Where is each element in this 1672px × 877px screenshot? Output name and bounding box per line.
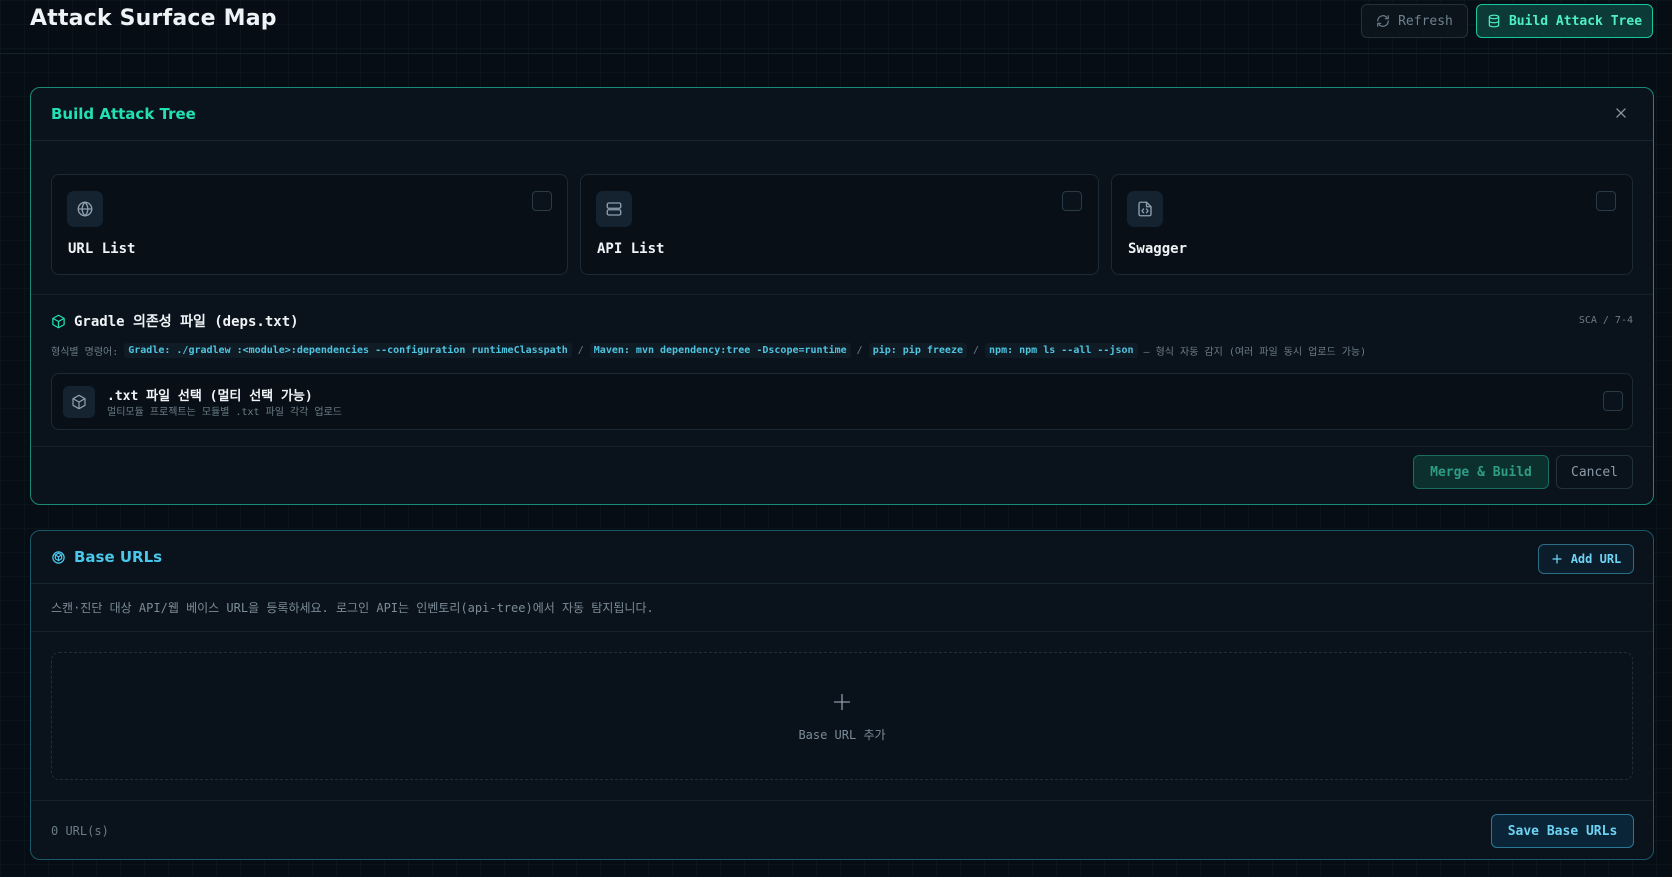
- source-card-url-list[interactable]: URL List: [51, 174, 568, 275]
- divider: [31, 294, 1653, 295]
- swagger-checkbox[interactable]: [1596, 191, 1616, 211]
- plus-icon: [52, 691, 1632, 717]
- cmd-maven: Maven: mvn dependency:tree -Dscope=runti…: [589, 343, 851, 358]
- refresh-button[interactable]: Refresh: [1361, 4, 1468, 38]
- divider: [31, 631, 1653, 632]
- cmd-separator: /: [856, 345, 863, 356]
- divider: [31, 800, 1653, 801]
- source-card-swagger[interactable]: Swagger: [1111, 174, 1633, 275]
- cmd-separator: /: [577, 345, 584, 356]
- file-picker-checkbox[interactable]: [1603, 391, 1623, 411]
- file-code-icon: [1127, 191, 1163, 227]
- file-picker-subtitle: 멀티모듈 프로젝트는 모듈별 .txt 파일 각각 업로드: [107, 407, 343, 418]
- base-urls-title: Base URLs: [74, 548, 163, 566]
- network-icon: [52, 550, 65, 564]
- divider: [31, 446, 1653, 447]
- add-url-label: Add URL: [1570, 552, 1622, 566]
- base-urls-description: 스캔·진단 대상 API/웹 베이스 URL을 등록하세요. 로그인 API는 …: [51, 601, 654, 615]
- gradle-title-text: Gradle 의존성 파일 (deps.txt): [74, 314, 299, 330]
- build-attack-tree-button[interactable]: Build Attack Tree: [1476, 4, 1653, 38]
- gradle-section-title: Gradle 의존성 파일 (deps.txt): [51, 311, 299, 331]
- dropzone-label: Base URL 추가: [798, 728, 886, 742]
- source-label: API List: [597, 241, 665, 257]
- cancel-button[interactable]: Cancel: [1556, 455, 1633, 489]
- source-card-api-list[interactable]: API List: [580, 174, 1099, 275]
- build-attack-tree-label: Build Attack Tree: [1508, 13, 1643, 29]
- cmd-separator: /: [973, 345, 980, 356]
- build-attack-tree-panel: Build Attack Tree URL List API List Swag…: [30, 87, 1654, 505]
- plus-icon: [1552, 554, 1562, 564]
- globe-icon: [67, 191, 103, 227]
- add-url-button[interactable]: Add URL: [1538, 544, 1634, 574]
- merge-build-button[interactable]: Merge & Build: [1413, 455, 1549, 489]
- api-list-checkbox[interactable]: [1062, 191, 1082, 211]
- page-title: Attack Surface Map: [30, 6, 277, 31]
- cmd-prefix: 형식별 명령어:: [51, 347, 119, 358]
- panel-title: Base URLs: [51, 548, 162, 566]
- refresh-label: Refresh: [1398, 13, 1453, 29]
- source-label: URL List: [68, 241, 136, 257]
- txt-file-picker[interactable]: .txt 파일 선택 (멀티 선택 가능) 멀티모듈 프로젝트는 모듈별 .tx…: [51, 373, 1633, 430]
- top-bar: Attack Surface Map Refresh Build Attack …: [0, 0, 1672, 54]
- close-button[interactable]: [1609, 101, 1633, 125]
- cmd-pip: pip: pip freeze: [868, 343, 967, 358]
- package-icon: [52, 314, 65, 328]
- file-picker-title: .txt 파일 선택 (멀티 선택 가능): [107, 389, 313, 404]
- database-icon: [1488, 14, 1500, 28]
- save-base-urls-button[interactable]: Save Base URLs: [1491, 814, 1634, 848]
- command-hint-line: 형식별 명령어: Gradle: ./gradlew :<module>:dep…: [51, 343, 1366, 358]
- cmd-gradle: Gradle: ./gradlew :<module>:dependencies…: [124, 343, 572, 358]
- url-list-checkbox[interactable]: [532, 191, 552, 211]
- url-count: 0 URL(s): [51, 824, 109, 838]
- sca-tag: SCA / 7-4: [1578, 315, 1633, 326]
- panel-header: Base URLs Add URL: [31, 531, 1653, 584]
- server-icon: [596, 191, 632, 227]
- refresh-icon: [1377, 15, 1389, 27]
- source-label: Swagger: [1128, 241, 1188, 257]
- package-icon: [63, 386, 95, 418]
- cmd-npm: npm: npm ls --all --json: [985, 343, 1138, 358]
- add-base-url-dropzone[interactable]: Base URL 추가: [51, 652, 1633, 780]
- cmd-suffix: — 형식 자동 감지 (여러 파일 동시 업로드 가능): [1143, 347, 1367, 358]
- base-urls-panel: Base URLs Add URL 스캔·진단 대상 API/웹 베이스 URL…: [30, 530, 1654, 860]
- panel-title: Build Attack Tree: [51, 105, 196, 123]
- close-icon: [1616, 108, 1626, 118]
- panel-header: Build Attack Tree: [31, 88, 1653, 141]
